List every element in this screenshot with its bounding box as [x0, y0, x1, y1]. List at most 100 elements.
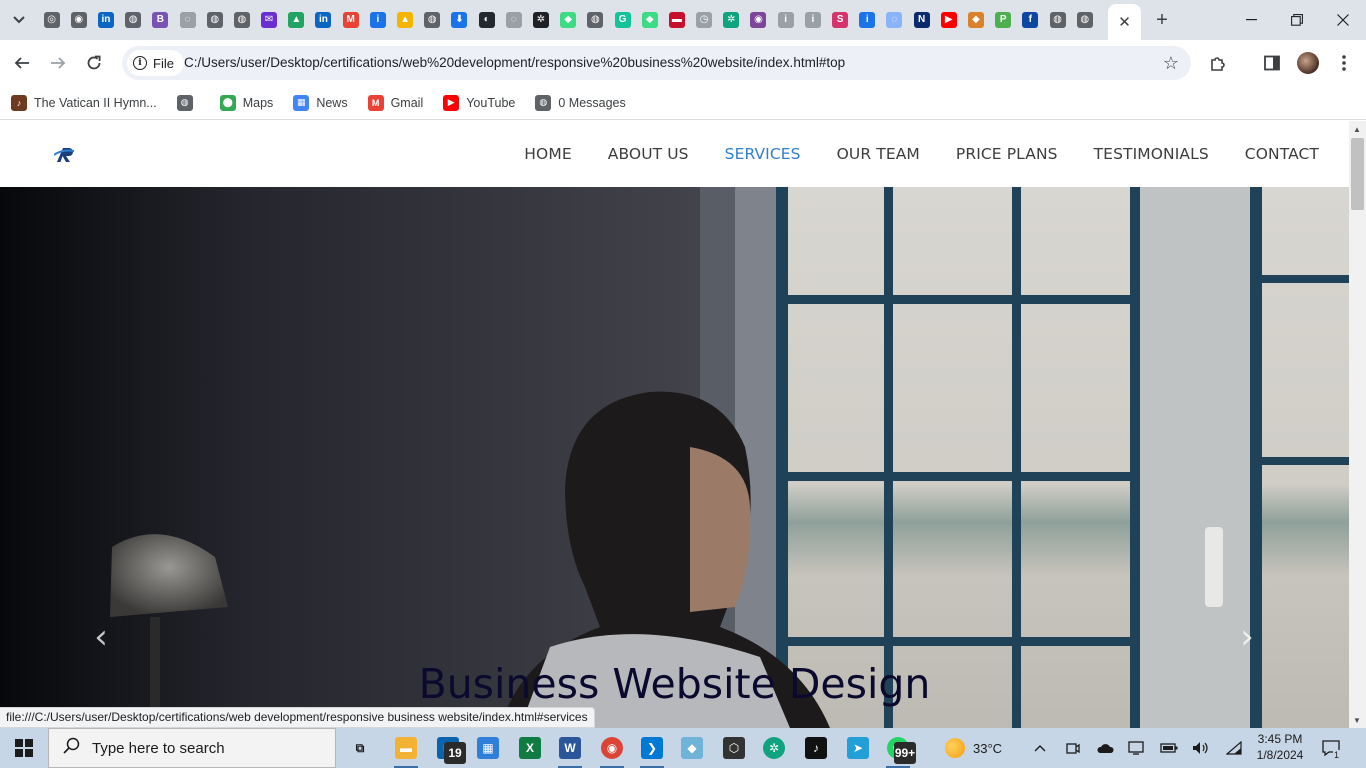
- tab[interactable]: ⬇: [446, 0, 473, 40]
- telegram-app[interactable]: ➤: [838, 728, 878, 768]
- close-tab-icon[interactable]: ✕: [1118, 13, 1131, 31]
- tab[interactable]: ▲: [391, 0, 418, 40]
- onedrive-icon[interactable]: [1096, 728, 1114, 768]
- ink-app[interactable]: ◆: [672, 728, 712, 768]
- nav-link-home[interactable]: HOME: [524, 145, 571, 163]
- tab[interactable]: i: [364, 0, 391, 40]
- word-app[interactable]: W: [550, 728, 590, 768]
- profile-avatar[interactable]: [1297, 52, 1319, 74]
- notifications-button[interactable]: 1: [1322, 728, 1341, 768]
- tab[interactable]: ◍: [201, 0, 228, 40]
- tab[interactable]: S: [826, 0, 853, 40]
- whatsapp-app[interactable]: ✆99+: [878, 728, 918, 768]
- tab[interactable]: M: [337, 0, 364, 40]
- scrollbar-thumb[interactable]: [1351, 138, 1364, 210]
- tab[interactable]: ◉: [65, 0, 92, 40]
- chatgpt-app[interactable]: ✲: [754, 728, 794, 768]
- carousel-prev-arrow[interactable]: ‹: [91, 617, 111, 657]
- tab[interactable]: ◌: [881, 0, 908, 40]
- volume-icon[interactable]: [1192, 728, 1210, 768]
- nav-link-our-team[interactable]: OUR TEAM: [837, 145, 920, 163]
- nav-link-contact[interactable]: CONTACT: [1245, 145, 1319, 163]
- tab[interactable]: ▲: [283, 0, 310, 40]
- tab[interactable]: B: [147, 0, 174, 40]
- carousel-next-arrow[interactable]: ›: [1237, 617, 1257, 657]
- extensions-icon[interactable]: [1206, 51, 1230, 75]
- tab[interactable]: ◷: [691, 0, 718, 40]
- task-view-app[interactable]: ⧉: [340, 728, 380, 768]
- mail-app[interactable]: ✉19: [428, 728, 468, 768]
- nav-link-about-us[interactable]: ABOUT US: [608, 145, 689, 163]
- forward-button[interactable]: [44, 49, 72, 77]
- address-bar[interactable]: i File C:/Users/user/Desktop/certificati…: [122, 46, 1191, 80]
- close-window-button[interactable]: [1320, 0, 1366, 40]
- tab[interactable]: ◆: [962, 0, 989, 40]
- bookmark-item[interactable]: ▦ News: [293, 94, 348, 111]
- restore-button[interactable]: [1274, 0, 1320, 40]
- bookmark-item[interactable]: ◍: [176, 94, 200, 111]
- bookmark-item[interactable]: ⬤ Maps: [219, 94, 273, 111]
- file-explorer-app[interactable]: ▬: [386, 728, 426, 768]
- meet-now-icon[interactable]: [1066, 728, 1080, 768]
- system-clock[interactable]: 3:45 PM 1/8/2024: [1252, 731, 1308, 763]
- back-button[interactable]: [8, 49, 36, 77]
- wifi-icon[interactable]: [1226, 728, 1242, 768]
- tab[interactable]: in: [92, 0, 119, 40]
- tab[interactable]: i: [772, 0, 799, 40]
- nav-link-testimonials[interactable]: TESTIMONIALS: [1094, 145, 1209, 163]
- tab[interactable]: ◉: [745, 0, 772, 40]
- page-scrollbar[interactable]: ▲ ▼: [1349, 121, 1366, 728]
- new-tab-button[interactable]: +: [1150, 8, 1174, 32]
- site-logo-icon[interactable]: [54, 145, 76, 163]
- minimize-button[interactable]: [1228, 0, 1274, 40]
- bookmark-star-icon[interactable]: ☆: [1163, 53, 1179, 74]
- tab[interactable]: ✲: [718, 0, 745, 40]
- scroll-down-arrow-icon[interactable]: ▼: [1353, 716, 1361, 725]
- tab[interactable]: ◌: [500, 0, 527, 40]
- menu-kebab-icon[interactable]: [1332, 51, 1356, 75]
- weather-widget[interactable]: 33°C: [945, 728, 1002, 768]
- excel-app[interactable]: X: [510, 728, 550, 768]
- site-info-chip[interactable]: i File: [127, 50, 184, 76]
- tab[interactable]: G: [609, 0, 636, 40]
- scroll-up-arrow-icon[interactable]: ▲: [1353, 125, 1361, 134]
- side-panel-icon[interactable]: [1260, 51, 1284, 75]
- taskbar-search-box[interactable]: Type here to search: [48, 728, 336, 768]
- tab[interactable]: ◍: [419, 0, 446, 40]
- tab[interactable]: ◍: [228, 0, 255, 40]
- tab[interactable]: ◆: [555, 0, 582, 40]
- bookmark-item[interactable]: ▶ YouTube: [443, 94, 515, 111]
- tab[interactable]: ✉: [256, 0, 283, 40]
- url-text[interactable]: C:/Users/user/Desktop/certifications/web…: [184, 55, 845, 70]
- vscode-app[interactable]: ❯: [632, 728, 672, 768]
- tab[interactable]: in: [310, 0, 337, 40]
- tab[interactable]: ◍: [1044, 0, 1071, 40]
- tab[interactable]: N: [908, 0, 935, 40]
- tab[interactable]: ◆: [636, 0, 663, 40]
- start-button[interactable]: [0, 728, 48, 768]
- tab[interactable]: ✲: [527, 0, 554, 40]
- tab[interactable]: i: [799, 0, 826, 40]
- chrome-app[interactable]: ◉: [592, 728, 632, 768]
- tab[interactable]: ◍: [1071, 0, 1098, 40]
- tab[interactable]: P: [990, 0, 1017, 40]
- nav-link-services[interactable]: SERVICES: [725, 145, 801, 163]
- tab[interactable]: ◍: [120, 0, 147, 40]
- nav-link-price-plans[interactable]: PRICE PLANS: [956, 145, 1058, 163]
- tab[interactable]: ◍: [582, 0, 609, 40]
- tab[interactable]: i: [854, 0, 881, 40]
- tab[interactable]: ◌: [174, 0, 201, 40]
- tab[interactable]: ◎: [38, 0, 65, 40]
- store-app[interactable]: ▦: [468, 728, 508, 768]
- tab-search-button[interactable]: [6, 8, 32, 32]
- tab[interactable]: f: [1017, 0, 1044, 40]
- bookmark-item[interactable]: ♪ The Vatican II Hymn...: [11, 94, 157, 111]
- active-tab[interactable]: ✕: [1108, 4, 1141, 40]
- tab[interactable]: ▬: [663, 0, 690, 40]
- battery-icon[interactable]: [1160, 728, 1178, 768]
- device-icon[interactable]: [1128, 728, 1144, 768]
- cube-app[interactable]: ⬡: [714, 728, 754, 768]
- tiktok-app[interactable]: ♪: [796, 728, 836, 768]
- bookmark-item[interactable]: ◍ 0 Messages: [535, 94, 626, 111]
- reload-button[interactable]: [80, 49, 108, 77]
